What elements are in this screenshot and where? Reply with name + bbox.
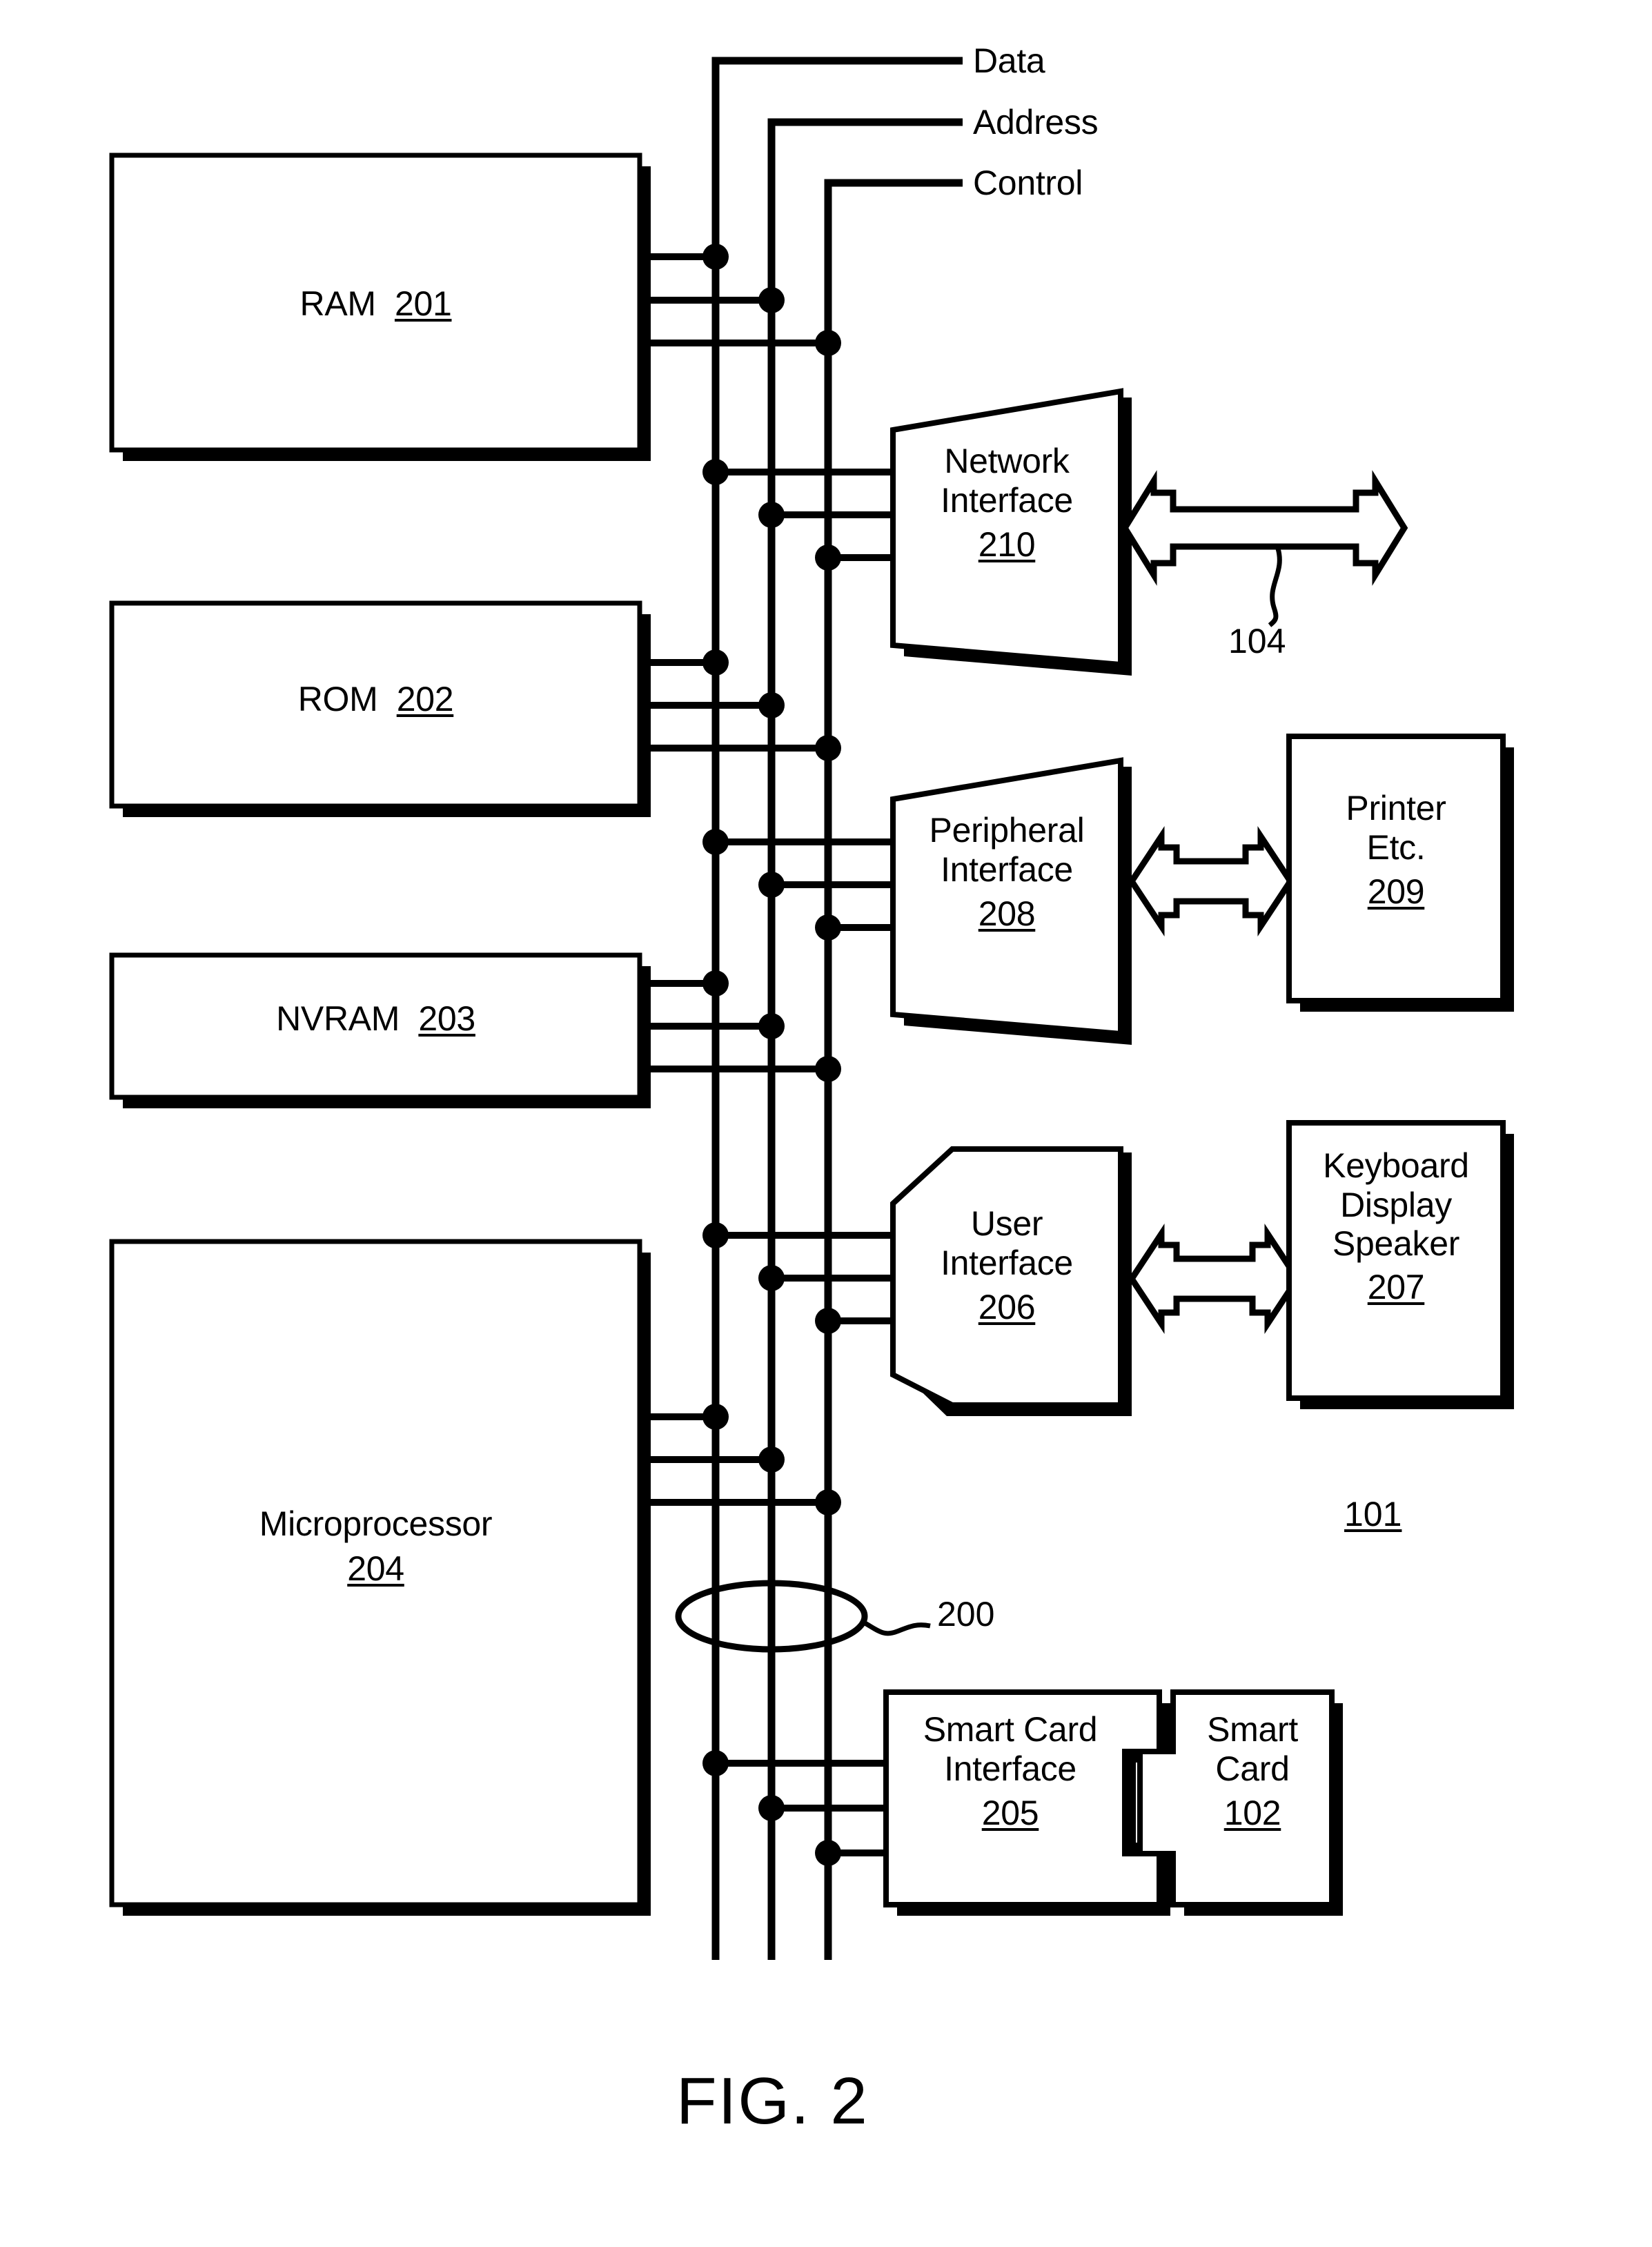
- nvram-bus-stubs: [640, 980, 828, 1072]
- keyboard-line3: Speaker: [1332, 1224, 1460, 1263]
- address-bus-line: [767, 118, 963, 1960]
- ram-bus-stubs: [640, 253, 828, 346]
- smart-card-interface-line2: Interface: [944, 1749, 1076, 1788]
- rom-ref: 202: [396, 680, 454, 718]
- peripheral-interface-line2: Interface: [941, 850, 1073, 889]
- keyboard-block-label: Keyboard Display Speaker 207: [1289, 1146, 1503, 1306]
- diagram-canvas: [109, 57, 1514, 1960]
- printer-ref: 209: [1367, 872, 1425, 911]
- bus-label-data: Data: [973, 41, 1045, 80]
- peripheral-interface-label: Peripheral Interface 208: [893, 811, 1121, 934]
- printer-line1: Printer: [1346, 789, 1446, 827]
- printer-block-label: Printer Etc. 209: [1289, 789, 1503, 912]
- smart-card-ref: 102: [1223, 1794, 1281, 1832]
- peripheral-interface-bus-stubs: [716, 838, 896, 931]
- patent-figure: Data Address Control RAM 201 ROM 202 NVR…: [0, 0, 1652, 2247]
- network-link-ref-104: 104: [1228, 622, 1286, 660]
- nvram-title: NVRAM: [276, 999, 400, 1038]
- user-interface-peripherals-arrow: [1128, 1224, 1301, 1334]
- keyboard-ref: 207: [1367, 1267, 1425, 1306]
- bus-label-address: Address: [973, 103, 1099, 141]
- nvram-ref: 203: [418, 999, 475, 1038]
- network-interface-label: Network Interface 210: [893, 442, 1121, 565]
- user-interface-line1: User: [970, 1204, 1043, 1243]
- bus-group-leader-line: [861, 1619, 931, 1636]
- smart-card-interface-bus-stubs: [716, 1760, 889, 1856]
- network-link-leader-line: [1268, 548, 1282, 627]
- peripheral-interface-line1: Peripheral: [929, 811, 1085, 850]
- smart-card-interface-label: Smart Card Interface 205: [886, 1710, 1134, 1833]
- user-interface-line2: Interface: [941, 1243, 1073, 1282]
- network-interface-line1: Network: [944, 442, 1070, 480]
- smart-card-label: Smart Card 102: [1173, 1710, 1332, 1833]
- rom-block-label: ROM 202: [112, 680, 640, 719]
- rom-bus-stubs: [640, 659, 828, 752]
- microprocessor-title: Microprocessor: [259, 1504, 493, 1543]
- system-ref-101: 101: [1344, 1495, 1402, 1533]
- network-link-arrow-104: [1121, 470, 1408, 586]
- bus-ref-200: 200: [937, 1595, 995, 1633]
- network-interface-ref: 210: [978, 525, 1036, 564]
- nvram-block-label: NVRAM 203: [112, 999, 640, 1039]
- figure-caption: FIG. 2: [676, 2064, 869, 2138]
- rom-title: ROM: [297, 680, 378, 718]
- user-interface-bus-stubs: [716, 1232, 896, 1324]
- smart-card-interface-line1: Smart Card: [923, 1710, 1098, 1749]
- smart-card-line1: Smart: [1207, 1710, 1298, 1749]
- network-interface-line2: Interface: [941, 480, 1073, 520]
- ram-ref: 201: [394, 284, 452, 323]
- smart-card-line2: Card: [1215, 1749, 1290, 1788]
- ram-block-label: RAM 201: [112, 284, 640, 324]
- user-interface-ref: 206: [978, 1288, 1036, 1326]
- keyboard-line2: Display: [1340, 1185, 1452, 1224]
- microprocessor-ref: 204: [347, 1549, 404, 1588]
- peripheral-interface-ref: 208: [978, 894, 1036, 933]
- peripheral-printer-arrow: [1128, 826, 1295, 936]
- microprocessor-bus-stubs: [640, 1413, 828, 1506]
- bus-label-control: Control: [973, 164, 1083, 202]
- keyboard-line1: Keyboard: [1323, 1146, 1469, 1185]
- printer-line2: Etc.: [1366, 827, 1426, 867]
- microprocessor-block-label: Microprocessor 204: [112, 1504, 640, 1588]
- user-interface-label: User Interface 206: [893, 1204, 1121, 1327]
- smart-card-interface-ref: 205: [981, 1794, 1039, 1832]
- network-interface-bus-stubs: [716, 469, 896, 561]
- ram-title: RAM: [299, 284, 377, 323]
